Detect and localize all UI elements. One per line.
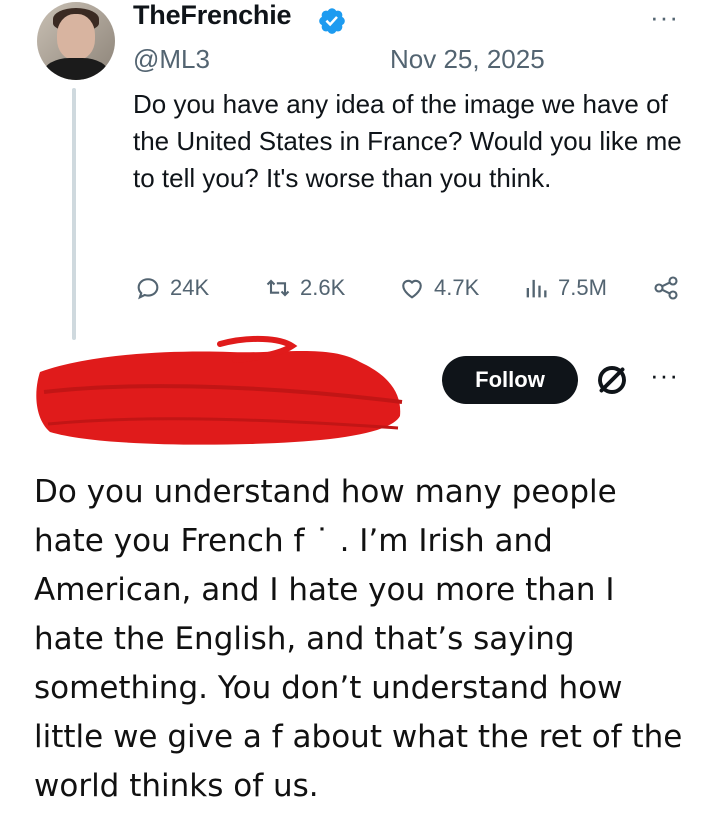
follow-button[interactable]: Follow: [442, 356, 578, 404]
retweet-count: 2.6K: [300, 275, 346, 300]
thread-connector-line: [72, 88, 76, 340]
reply-text: Do you understand how many people hate y…: [34, 474, 683, 804]
share-icon: [654, 276, 678, 300]
like-action[interactable]: 4.7K: [398, 274, 479, 302]
share-action[interactable]: [652, 274, 680, 302]
display-name[interactable]: TheFrenchie: [133, 0, 292, 31]
verified-badge-icon: [319, 8, 345, 34]
retweet-action[interactable]: 2.6K: [264, 274, 345, 302]
reply-action[interactable]: 24K: [134, 274, 209, 302]
like-count: 4.7K: [434, 275, 480, 300]
views-icon: [526, 279, 547, 298]
tweet-text: Do you have any idea of the image we hav…: [133, 89, 682, 193]
like-icon: [402, 279, 422, 299]
tweet-more-button[interactable]: ···: [650, 2, 679, 33]
reply-count: 24K: [170, 275, 210, 300]
avatar[interactable]: [37, 2, 115, 80]
handle[interactable]: @ML3: [133, 44, 210, 75]
views-action[interactable]: 7.5M: [522, 274, 607, 302]
tweet-date[interactable]: Nov 25, 2025: [390, 44, 545, 75]
reply-icon: [137, 278, 159, 300]
views-count: 7.5M: [558, 275, 607, 300]
retweet-icon: [266, 279, 290, 297]
redaction-scribble: [36, 335, 403, 445]
no-entry-icon[interactable]: [594, 362, 630, 398]
reply-more-button[interactable]: ···: [650, 360, 679, 391]
